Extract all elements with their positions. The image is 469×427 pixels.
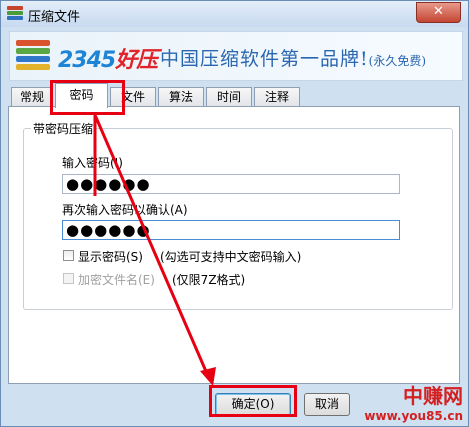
encrypt-filenames-hint: (仅限7Z格式) <box>172 273 246 287</box>
title-bar: 压缩文件 ✕ <box>1 1 468 27</box>
show-password-checkbox[interactable] <box>63 250 74 261</box>
encrypt-filenames-label: 加密文件名(E) <box>78 273 155 287</box>
site-watermark: 中赚网 www.you85.cn <box>364 384 463 423</box>
password-label: 输入密码(I) <box>62 156 123 170</box>
show-password-label[interactable]: 显示密码(S) <box>78 248 143 265</box>
archive-app-icon <box>7 6 23 21</box>
tab-comment[interactable]: 注释 <box>254 87 300 107</box>
show-password-hint: (勾选可支持中文密码输入) <box>160 250 302 264</box>
window-title: 压缩文件 <box>28 10 81 25</box>
groupbox-title: 带密码压缩 <box>31 120 96 137</box>
brand-banner: 2345好压 中国压缩软件第一品牌!(永久免费) <box>9 31 463 81</box>
cancel-button[interactable]: 取消 <box>304 393 350 416</box>
archive-logo-icon <box>16 40 50 72</box>
encrypt-filenames-checkbox[interactable] <box>63 273 74 284</box>
confirm-password-input[interactable]: ●●●●●● <box>62 220 400 240</box>
close-button[interactable]: ✕ <box>416 2 461 23</box>
tab-general[interactable]: 常规 <box>11 87 53 107</box>
ok-button-highlight <box>209 385 297 417</box>
confirm-password-label: 再次输入密码以确认(A) <box>62 203 188 217</box>
brand-logo: 2345好压 <box>58 48 158 73</box>
tab-algorithm[interactable]: 算法 <box>158 87 204 107</box>
brand-slogan: 中国压缩软件第一品牌!(永久免费) <box>160 48 427 70</box>
tab-time[interactable]: 时间 <box>206 87 252 107</box>
password-input[interactable]: ●●●●●● <box>62 174 400 194</box>
password-tab-highlight <box>50 80 125 115</box>
